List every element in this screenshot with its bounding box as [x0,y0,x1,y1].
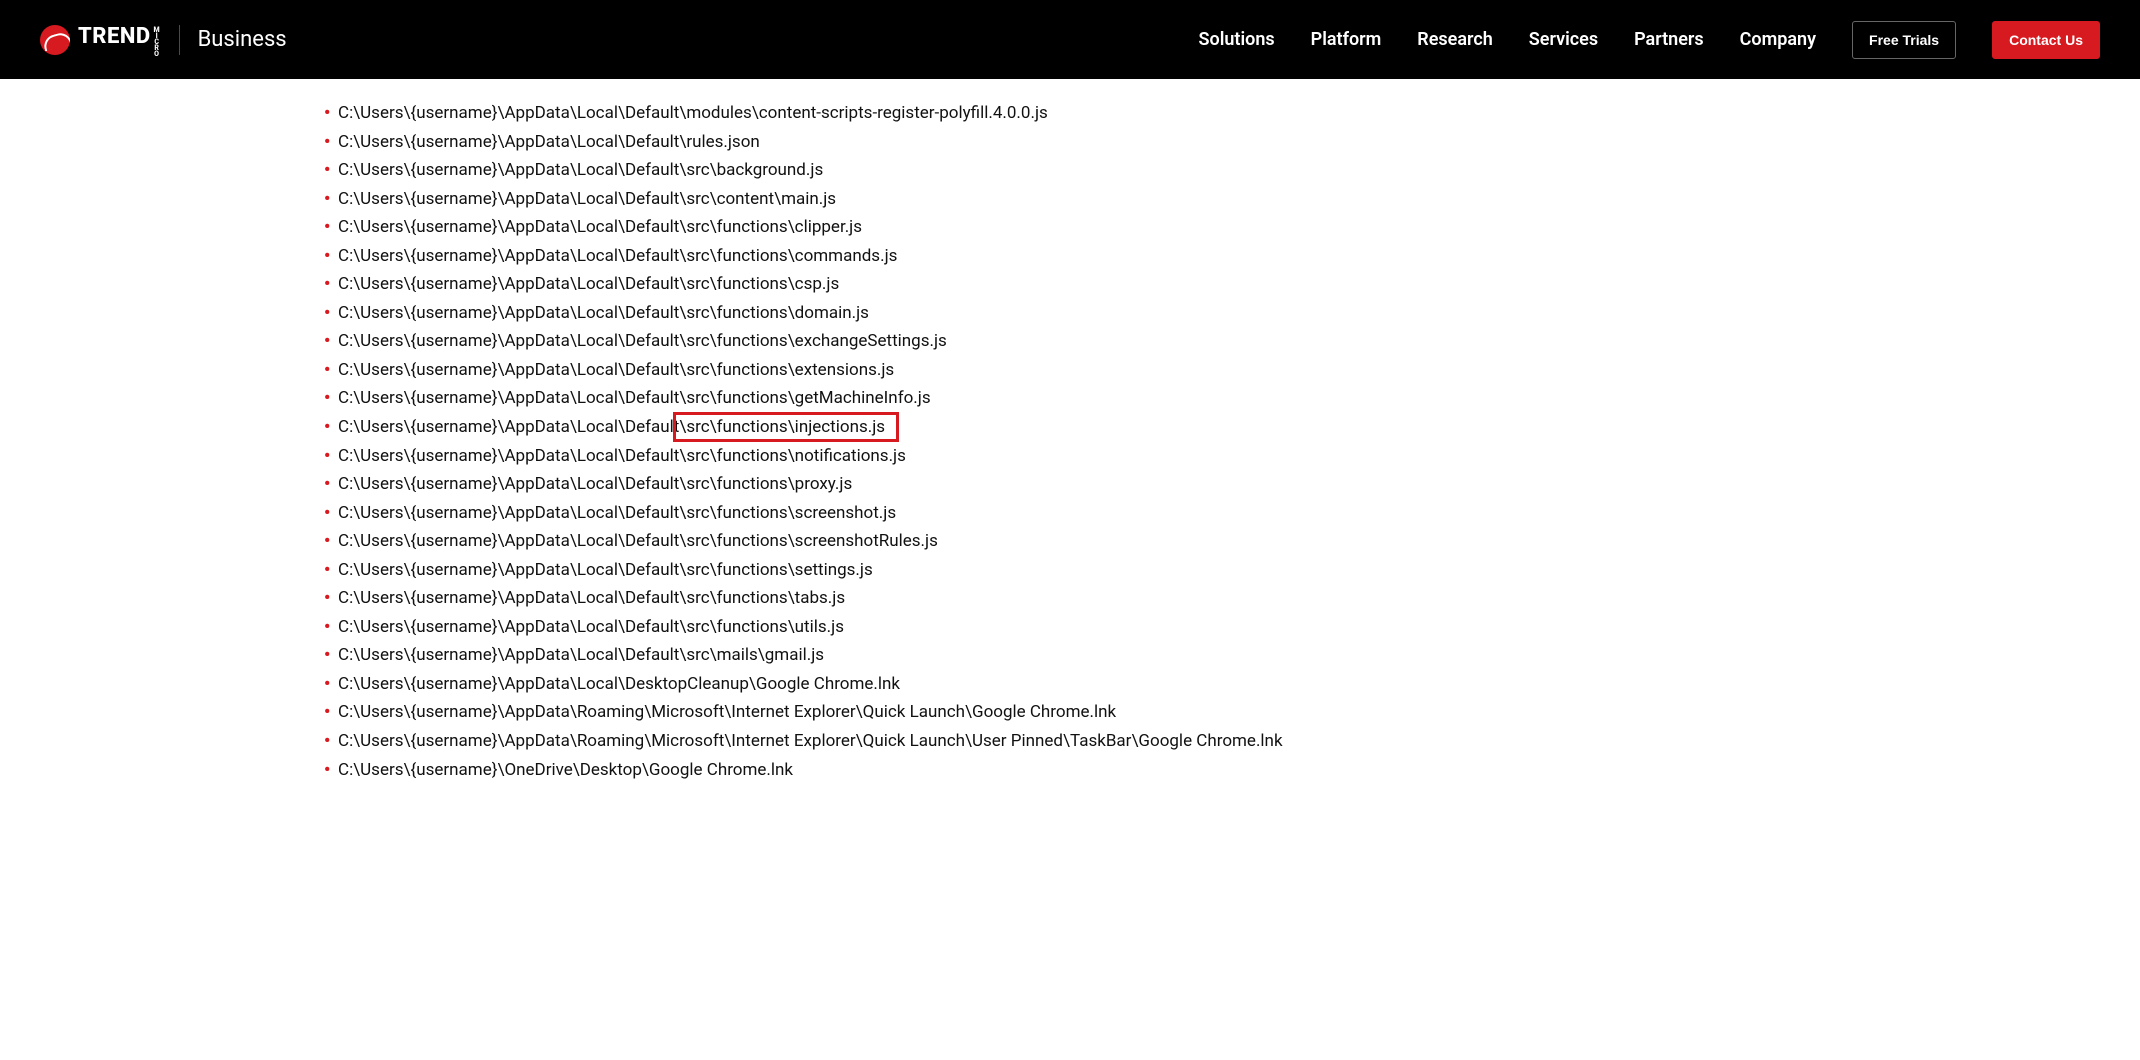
file-path: C:\Users\{username}\AppData\Local\Defaul… [338,360,894,380]
list-item: C:\Users\{username}\AppData\Local\Defaul… [330,499,1300,528]
logo-icon [40,25,70,55]
file-path: C:\Users\{username}\AppData\Local\Defaul… [338,303,869,323]
list-item: C:\Users\{username}\AppData\Local\Defaul… [330,613,1300,642]
file-path: C:\Users\{username}\AppData\Local\Defaul… [338,560,873,580]
logo[interactable]: TREND MICRO [40,24,161,56]
brand-divider [179,25,180,55]
list-item: C:\Users\{username}\AppData\Local\Defaul… [330,99,1300,128]
list-item: C:\Users\{username}\AppData\Local\Defaul… [330,384,1300,413]
list-item: C:\Users\{username}\OneDrive\Desktop\Goo… [330,756,1300,785]
file-paths-section: C:\Users\{username}\AppData\Local\Defaul… [0,79,1300,824]
list-item: C:\Users\{username}\AppData\Local\Defaul… [330,327,1300,356]
logo-brand: TREND [78,24,151,49]
file-path: C:\Users\{username}\AppData\Local\Defaul… [338,331,947,351]
nav-platform[interactable]: Platform [1311,29,1382,50]
file-path: C:\Users\{username}\AppData\Local\Defaul… [338,103,1048,123]
list-item: C:\Users\{username}\AppData\Local\Defaul… [330,299,1300,328]
file-path: C:\Users\{username}\AppData\Roaming\Micr… [338,702,1116,722]
nav-research[interactable]: Research [1417,29,1492,50]
logo-micro: MICRO [153,26,161,56]
list-item: C:\Users\{username}\AppData\Local\Defaul… [330,270,1300,299]
nav-partners[interactable]: Partners [1634,29,1704,50]
free-trials-button[interactable]: Free Trials [1852,21,1956,59]
list-item: C:\Users\{username}\AppData\Roaming\Micr… [330,698,1300,727]
logo-text: TREND MICRO [78,24,161,56]
list-item: C:\Users\{username}\AppData\Local\Defaul… [330,584,1300,613]
file-path: C:\Users\{username}\AppData\Local\Defaul… [338,217,862,237]
file-path: C:\Users\{username}\AppData\Local\Defaul… [338,160,823,180]
contact-us-button[interactable]: Contact Us [1992,21,2100,59]
file-path: C:\Users\{username}\AppData\Local\Defaul… [338,588,845,608]
file-path: C:\Users\{username}\AppData\Local\Defaul… [338,446,906,466]
file-path: C:\Users\{username}\AppData\Roaming\Micr… [338,731,1283,751]
file-path: C:\Users\{username}\AppData\Local\Defaul… [338,474,852,494]
file-path: C:\Users\{username}\AppData\Local\Defaul… [338,189,836,209]
list-item: C:\Users\{username}\AppData\Local\Defaul… [330,413,1300,442]
list-item: C:\Users\{username}\AppData\Local\Defaul… [330,242,1300,271]
list-item: C:\Users\{username}\AppData\Local\Defaul… [330,641,1300,670]
file-path: C:\Users\{username}\AppData\Local\Defaul… [338,417,885,437]
file-path: C:\Users\{username}\AppData\Local\Defaul… [338,388,931,408]
site-header: TREND MICRO Business Solutions Platform … [0,0,2140,79]
list-item: C:\Users\{username}\AppData\Local\Defaul… [330,185,1300,214]
file-path: C:\Users\{username}\AppData\Local\Defaul… [338,645,824,665]
list-item: C:\Users\{username}\AppData\Local\Defaul… [330,356,1300,385]
file-path: C:\Users\{username}\AppData\Local\Defaul… [338,531,938,551]
file-path: C:\Users\{username}\AppData\Local\Defaul… [338,274,839,294]
nav-services[interactable]: Services [1529,29,1598,50]
business-label[interactable]: Business [198,27,287,52]
file-path: C:\Users\{username}\AppData\Local\Defaul… [338,503,896,523]
list-item: C:\Users\{username}\AppData\Local\Defaul… [330,128,1300,157]
list-item: C:\Users\{username}\AppData\Local\Defaul… [330,213,1300,242]
file-path: C:\Users\{username}\AppData\Local\Defaul… [338,246,897,266]
brand-group: TREND MICRO Business [40,24,287,56]
nav-group: Solutions Platform Research Services Par… [1199,21,2100,59]
file-path: C:\Users\{username}\AppData\Local\Defaul… [338,132,760,152]
nav-solutions[interactable]: Solutions [1199,29,1275,50]
list-item: C:\Users\{username}\AppData\Local\Defaul… [330,470,1300,499]
list-item: C:\Users\{username}\AppData\Roaming\Micr… [330,727,1300,756]
file-path: C:\Users\{username}\AppData\Local\Defaul… [338,617,844,637]
list-item: C:\Users\{username}\AppData\Local\Defaul… [330,156,1300,185]
nav-company[interactable]: Company [1740,29,1816,50]
file-path: C:\Users\{username}\AppData\Local\Deskto… [338,674,900,694]
file-path: C:\Users\{username}\OneDrive\Desktop\Goo… [338,760,793,780]
list-item: C:\Users\{username}\AppData\Local\Defaul… [330,556,1300,585]
list-item: C:\Users\{username}\AppData\Local\Deskto… [330,670,1300,699]
list-item: C:\Users\{username}\AppData\Local\Defaul… [330,442,1300,471]
list-item: C:\Users\{username}\AppData\Local\Defaul… [330,527,1300,556]
file-list: C:\Users\{username}\AppData\Local\Defaul… [330,99,1300,784]
